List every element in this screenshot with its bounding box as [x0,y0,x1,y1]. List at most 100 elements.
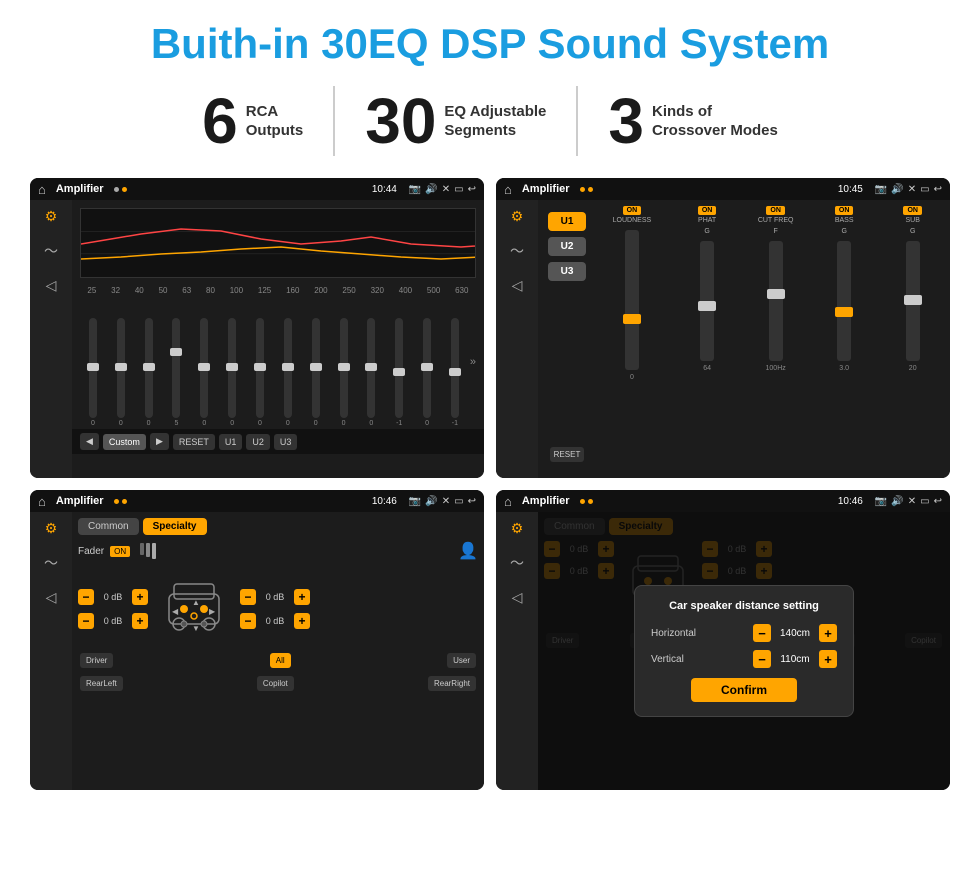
eq-graph [80,208,476,278]
back-icon-2[interactable]: ↩ [934,184,942,195]
slider-7[interactable]: 0 [247,318,273,427]
sub-val: 20 [909,365,917,372]
plus-right-top[interactable]: + [294,589,310,605]
wave-icon-4[interactable]: 〜 [510,553,524,573]
spk-icon-2[interactable]: ◁ [512,277,523,294]
loudness-slider[interactable] [625,230,639,370]
sub-slider[interactable] [906,241,920,361]
camera-icon: 📷 [409,184,421,195]
eq-icon-3[interactable]: ⚙ [45,520,58,537]
common-tab[interactable]: Common [78,518,139,535]
bass-sub: G [841,228,846,235]
confirm-button[interactable]: Confirm [691,678,797,702]
eq-icon[interactable]: ⚙ [45,208,58,225]
minus-left-bottom[interactable]: − [78,613,94,629]
slider-3[interactable]: 0 [136,318,162,427]
eq-yellow-curve [81,247,475,259]
slider-5[interactable]: 0 [191,318,217,427]
home-icon-3[interactable]: ⌂ [38,494,46,509]
eq-icon-2[interactable]: ⚙ [511,208,524,225]
feature-number-crossover: 3 [608,89,644,153]
driver-btn[interactable]: Driver [80,653,113,668]
screen4-time: 10:46 [838,496,863,507]
bass-on[interactable]: ON [835,206,854,215]
eq-icon-4[interactable]: ⚙ [511,520,524,537]
play-button[interactable]: ▶ [150,433,169,450]
slider-10[interactable]: 0 [331,318,357,427]
freq-630: 630 [455,286,468,295]
cutfreq-slider[interactable] [769,241,783,361]
vertical-plus[interactable]: + [819,650,837,668]
screen3-title: Amplifier [56,495,104,507]
minus-right-bottom[interactable]: − [240,613,256,629]
custom-button[interactable]: Custom [103,434,146,450]
back-icon-4[interactable]: ↩ [934,496,942,507]
copilot-btn[interactable]: Copilot [257,676,294,691]
slider-6[interactable]: 0 [219,318,245,427]
slider-11[interactable]: 0 [358,318,384,427]
plus-right-bottom[interactable]: + [294,613,310,629]
back-icon[interactable]: ↩ [468,184,476,195]
vertical-minus[interactable]: − [753,650,771,668]
home-icon[interactable]: ⌂ [38,182,46,197]
horizontal-minus[interactable]: − [753,624,771,642]
cutfreq-on[interactable]: ON [766,206,785,215]
slider-12[interactable]: -1 [386,318,412,427]
dialog-box: Car speaker distance setting Horizontal … [634,585,854,717]
prev-button[interactable]: ◀ [80,433,99,450]
wave-icon-3[interactable]: 〜 [44,553,58,573]
specialty-tab[interactable]: Specialty [143,518,207,535]
minus-right-top[interactable]: − [240,589,256,605]
minus-left-top[interactable]: − [78,589,94,605]
fader-on-badge[interactable]: ON [110,546,130,557]
slider-1[interactable]: 0 [80,318,106,427]
plus-left-top[interactable]: + [132,589,148,605]
sub-on[interactable]: ON [903,206,922,215]
reset-btn-2[interactable]: RESET [550,447,585,462]
wave-icon[interactable]: 〜 [44,241,58,261]
x-icon-3: ✕ [442,496,450,507]
more-icon[interactable]: » [470,356,476,368]
dot-1 [114,187,119,192]
speaker-icon[interactable]: ◁ [46,277,57,294]
slider-4[interactable]: 5 [164,318,190,427]
u2-button[interactable]: U2 [246,434,270,450]
db-row-left-top: − 0 dB + [78,589,148,605]
home-icon-4[interactable]: ⌂ [504,494,512,509]
wave-icon-2[interactable]: 〜 [510,241,524,261]
spk-icon-3[interactable]: ◁ [46,589,57,606]
user-btn[interactable]: User [447,653,476,668]
slider-2[interactable]: 0 [108,318,134,427]
slider-9[interactable]: 0 [303,318,329,427]
u3-selector[interactable]: U3 [548,262,586,281]
slider-8[interactable]: 0 [275,318,301,427]
back-icon-3[interactable]: ↩ [468,496,476,507]
u1-button[interactable]: U1 [219,434,243,450]
phat-on[interactable]: ON [698,206,717,215]
reset-button[interactable]: RESET [173,434,215,450]
right-db-controls: − 0 dB + − 0 dB + [240,589,310,629]
plus-left-bottom[interactable]: + [132,613,148,629]
user-avatar-icon[interactable]: 👤 [458,541,478,561]
rearright-btn[interactable]: RearRight [428,676,476,691]
db-row-left-bottom: − 0 dB + [78,613,148,629]
horizontal-value: 140cm [775,628,815,639]
loudness-on[interactable]: ON [623,206,642,215]
vol-icon-3: 🔊 [425,496,437,507]
svg-text:▼: ▼ [192,624,200,633]
dot-8 [588,499,593,504]
horizontal-plus[interactable]: + [819,624,837,642]
u2-selector[interactable]: U2 [548,237,586,256]
slider-13[interactable]: 0 [414,318,440,427]
phat-slider[interactable] [700,241,714,361]
feature-number-rca: 6 [202,89,238,153]
rearleft-btn[interactable]: RearLeft [80,676,123,691]
spk-icon-4[interactable]: ◁ [512,589,523,606]
u1-selector[interactable]: U1 [548,212,586,231]
all-btn[interactable]: All [270,653,291,668]
phat-col: ON PHAT G 64 [674,206,741,381]
slider-14[interactable]: -1 [442,318,468,427]
home-icon-2[interactable]: ⌂ [504,182,512,197]
u3-button[interactable]: U3 [274,434,298,450]
bass-slider[interactable] [837,241,851,361]
